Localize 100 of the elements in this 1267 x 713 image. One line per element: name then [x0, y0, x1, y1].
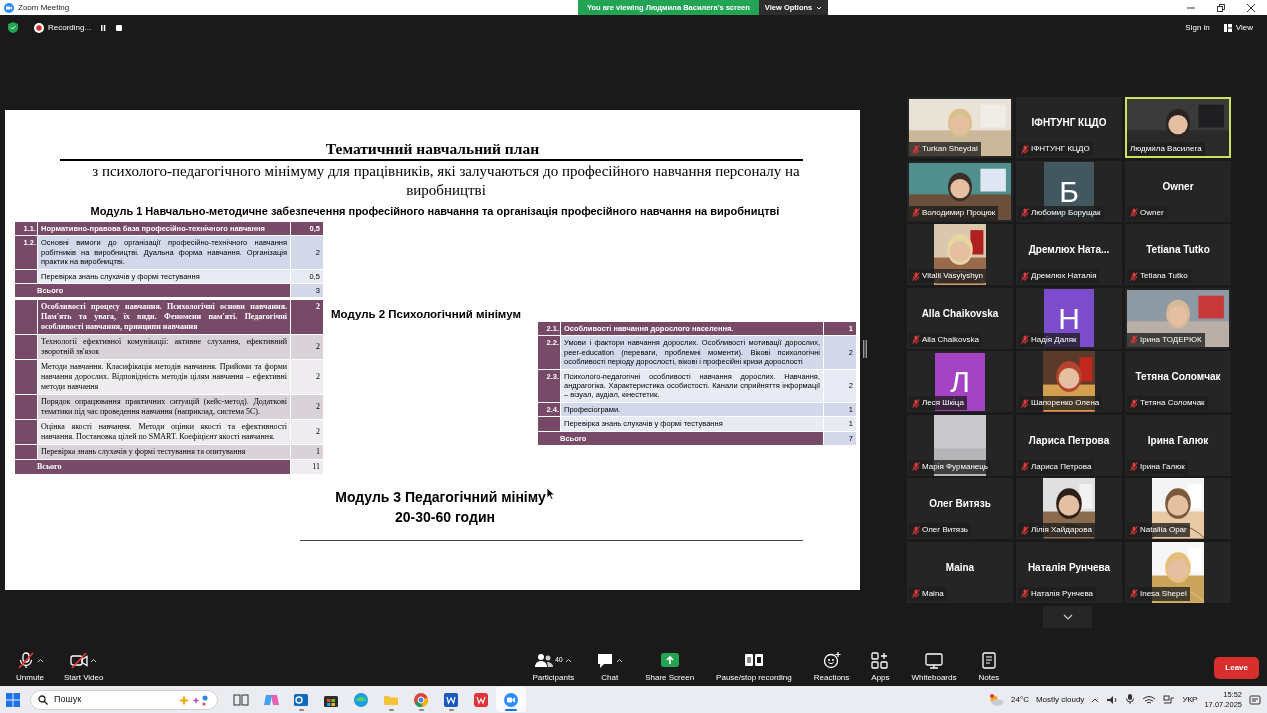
- browser-icon: [413, 691, 429, 708]
- mouse-cursor-icon: [545, 487, 555, 500]
- share-screen-icon: [660, 652, 679, 669]
- table-cell: Перевірка знань слухачів у формі тестування та опитування: [38, 445, 290, 460]
- caret-icon[interactable]: [36, 658, 44, 663]
- view-button[interactable]: View: [1217, 21, 1259, 34]
- toolbar-button[interactable]: Reactions: [809, 650, 854, 686]
- speaker-icon[interactable]: [1106, 694, 1119, 705]
- display-name: Tetiana Tutko: [1146, 243, 1210, 257]
- window-title: Zoom Meeting: [18, 1, 70, 14]
- microphone-icon[interactable]: [1125, 694, 1136, 705]
- table-cell: 2: [291, 420, 323, 445]
- table-cell: [15, 420, 37, 445]
- close-icon[interactable]: [1247, 3, 1255, 12]
- word-processor-icon: [443, 691, 459, 708]
- stop-icon[interactable]: [115, 23, 124, 32]
- splitter-handle[interactable]: [863, 340, 867, 358]
- weather-description: Mostly cloudy: [1035, 693, 1085, 706]
- security-shield-icon[interactable]: [8, 22, 18, 33]
- table-cell: Методи навчання. Класифікація методів навчання. Прийоми та форми навчання дорослих. Відповідність методів цілям навчання – ефективні методи навчання: [38, 360, 290, 395]
- participant-name: Vitalii Vasylyshyn: [922, 270, 984, 282]
- leave-button[interactable]: Leave: [1214, 657, 1259, 679]
- module-heading: Модуль 2 Психологічний мінімум: [331, 307, 521, 322]
- table-cell: 2: [291, 300, 323, 335]
- caret-icon: [816, 5, 823, 10]
- pause-icon[interactable]: [99, 23, 108, 32]
- participant-name: Наталія Рунчева: [1031, 587, 1094, 600]
- chevron-up-icon[interactable]: [1091, 696, 1100, 703]
- caret-icon[interactable]: [616, 658, 624, 663]
- display-name: ІФНТУНГ КЦДО: [1031, 116, 1107, 130]
- toolbar-button[interactable]: Notes: [974, 650, 1004, 686]
- chat-bubble-icon: [596, 652, 615, 669]
- apps-icon: [871, 652, 890, 669]
- notification-icon[interactable]: [1249, 693, 1261, 706]
- slide-title: Тематичний навчальний план: [324, 139, 541, 158]
- sign-in-link[interactable]: Sign in: [1185, 21, 1210, 34]
- table-cell: [538, 417, 560, 431]
- participant-name: Тетяна Соломчак: [1140, 397, 1205, 409]
- recording-label: Recording...: [48, 21, 92, 34]
- participant-name: Turkan Sheydai: [922, 143, 978, 155]
- participant-name: Шапоренко Олена: [1031, 397, 1100, 409]
- toolbar-button[interactable]: Pause/stop recording: [712, 650, 796, 686]
- table-cell: [15, 269, 37, 284]
- toolbar-button[interactable]: Unmute: [12, 650, 48, 686]
- table-cell: Технології ефективної комунікації: активне слухання, ефективний зворотній зв'язок: [38, 335, 290, 360]
- participant-name: Owner: [1140, 206, 1164, 219]
- participant-name: Alla Chaikovska: [922, 333, 979, 346]
- display-name: Owner: [1162, 179, 1194, 194]
- chevron-down-icon: [1062, 614, 1073, 620]
- toolbar-button[interactable]: Whiteboards: [907, 650, 961, 686]
- module-heading: Модуль 3 Педагогічний мініму: [335, 488, 546, 507]
- participant-name: Лілія Хайдарова: [1031, 524, 1092, 536]
- toolbar-button[interactable]: Apps: [867, 650, 894, 686]
- participant-name: Ірина Галюк: [1140, 460, 1185, 473]
- toolbar-button[interactable]: Share Screen: [641, 650, 699, 686]
- table-cell: Особливості процесу навчання. Психологічні основи навчання. Пам'ять та увага, їх види. Феномени пам'яті. Педагогічні особливості навчання, принципи навчання: [38, 300, 290, 335]
- toolbar-button[interactable]: Chat: [592, 650, 628, 686]
- table-cell: [15, 445, 37, 460]
- table-cell: Оцінка якості навчання. Методи оцінки якості та ефективності навчання. Постановка цілей по SMART. Коефіцієнт якості навчання.: [38, 420, 290, 445]
- people-icon: [534, 652, 553, 669]
- participant-name: Марія Фурманець: [922, 460, 988, 473]
- display-name: Лариса Петрова: [1028, 433, 1110, 448]
- language-indicator[interactable]: УКР: [1182, 693, 1198, 706]
- participant-name: Maina: [922, 587, 944, 600]
- participant-name: Ірина ТОДЕРЮК: [1140, 333, 1202, 346]
- browser-icon: [353, 691, 369, 708]
- participant-name: Nataliia Opar: [1140, 524, 1187, 536]
- search-placeholder: Пошук: [54, 692, 82, 706]
- start-icon[interactable]: [6, 692, 20, 707]
- display-name: Ірина Галюк: [1147, 433, 1209, 448]
- table-cell: 1: [291, 445, 323, 460]
- table-cell: [15, 300, 37, 335]
- table-cell: [15, 335, 37, 360]
- caret-icon[interactable]: [90, 658, 98, 663]
- toolbar-button[interactable]: Start Video: [60, 650, 108, 686]
- participant-name: Олег Витязь: [922, 524, 969, 536]
- notes-icon: [979, 652, 998, 669]
- participant-name: Tetiana Tutko: [1140, 270, 1188, 282]
- search-field[interactable]: Пошук: [30, 689, 218, 710]
- restore-icon[interactable]: [1217, 3, 1225, 12]
- participant-name: ІФНТУНГ КЦДО: [1031, 143, 1090, 155]
- weather-icon[interactable]: [988, 693, 1005, 706]
- grid-view-icon: [1223, 23, 1232, 32]
- office-app-icon: [473, 691, 489, 708]
- display-name: Maina: [945, 560, 975, 575]
- participant-name: Лариса Петрова: [1031, 460, 1092, 473]
- caret-icon[interactable]: [564, 658, 572, 663]
- table-cell: [15, 360, 37, 395]
- table-cell: Всього: [15, 460, 290, 475]
- display-name: Alla Chaikovska: [921, 306, 999, 321]
- network-icon[interactable]: [1163, 694, 1176, 705]
- participant-name: Дремлюх Наталія: [1031, 270, 1097, 282]
- table-cell: 2: [291, 335, 323, 360]
- wifi-icon[interactable]: [1142, 694, 1157, 705]
- task-view-icon: [233, 691, 249, 708]
- smiley-icon: [822, 652, 841, 669]
- table-cell: 11: [291, 460, 323, 475]
- participant-name: Inesa Shepel: [1140, 587, 1187, 600]
- display-name: Наталія Рунчева: [1027, 560, 1111, 575]
- mail-app-icon: [293, 691, 309, 708]
